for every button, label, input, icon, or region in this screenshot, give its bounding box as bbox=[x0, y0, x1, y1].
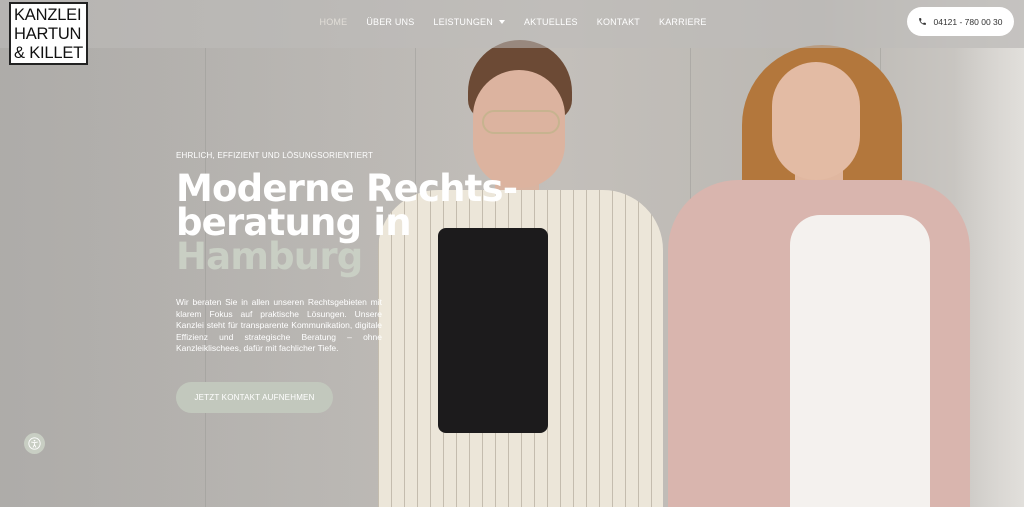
logo-line-1: KANZLEI bbox=[14, 6, 82, 24]
main-nav: HOME ÜBER UNS LEISTUNGEN AKTUELLES KONTA… bbox=[310, 0, 716, 44]
hero-lead-text: Wir beraten Sie in allen unseren Rechtsg… bbox=[176, 297, 382, 354]
nav-item-home[interactable]: HOME bbox=[320, 17, 348, 27]
hero-headline-accent: Hamburg bbox=[176, 235, 363, 278]
phone-button[interactable]: 04121 - 780 00 30 bbox=[907, 7, 1014, 36]
phone-number: 04121 - 780 00 30 bbox=[933, 16, 1003, 27]
nav-item-aktuelles[interactable]: AKTUELLES bbox=[524, 17, 578, 27]
nav-item-ueber-uns[interactable]: ÜBER UNS bbox=[366, 17, 414, 27]
nav-item-leistungen[interactable]: LEISTUNGEN bbox=[433, 17, 505, 27]
contact-cta-button[interactable]: JETZT KONTAKT AUFNEHMEN bbox=[176, 382, 333, 413]
hero-headline: Moderne Rechts- beratung in Hamburg bbox=[176, 170, 518, 278]
site-header: KANZLEI HARTUN & KILLET HOME ÜBER UNS LE… bbox=[0, 0, 1024, 65]
chevron-down-icon bbox=[498, 20, 505, 24]
logo[interactable]: KANZLEI HARTUN & KILLET bbox=[9, 2, 88, 65]
logo-line-3: & KILLET bbox=[14, 44, 84, 62]
nav-item-leistungen-label: LEISTUNGEN bbox=[433, 17, 493, 27]
nav-item-kontakt[interactable]: KONTAKT bbox=[597, 17, 640, 27]
hero-eyebrow: EHRLICH, EFFIZIENT UND LÖSUNGSORIENTIERT bbox=[176, 151, 374, 160]
phone-icon bbox=[919, 18, 927, 25]
accessibility-button[interactable] bbox=[24, 433, 45, 454]
accessibility-icon bbox=[28, 437, 41, 450]
logo-line-2: HARTUN bbox=[14, 25, 82, 43]
nav-item-karriere[interactable]: KARRIERE bbox=[659, 17, 707, 27]
